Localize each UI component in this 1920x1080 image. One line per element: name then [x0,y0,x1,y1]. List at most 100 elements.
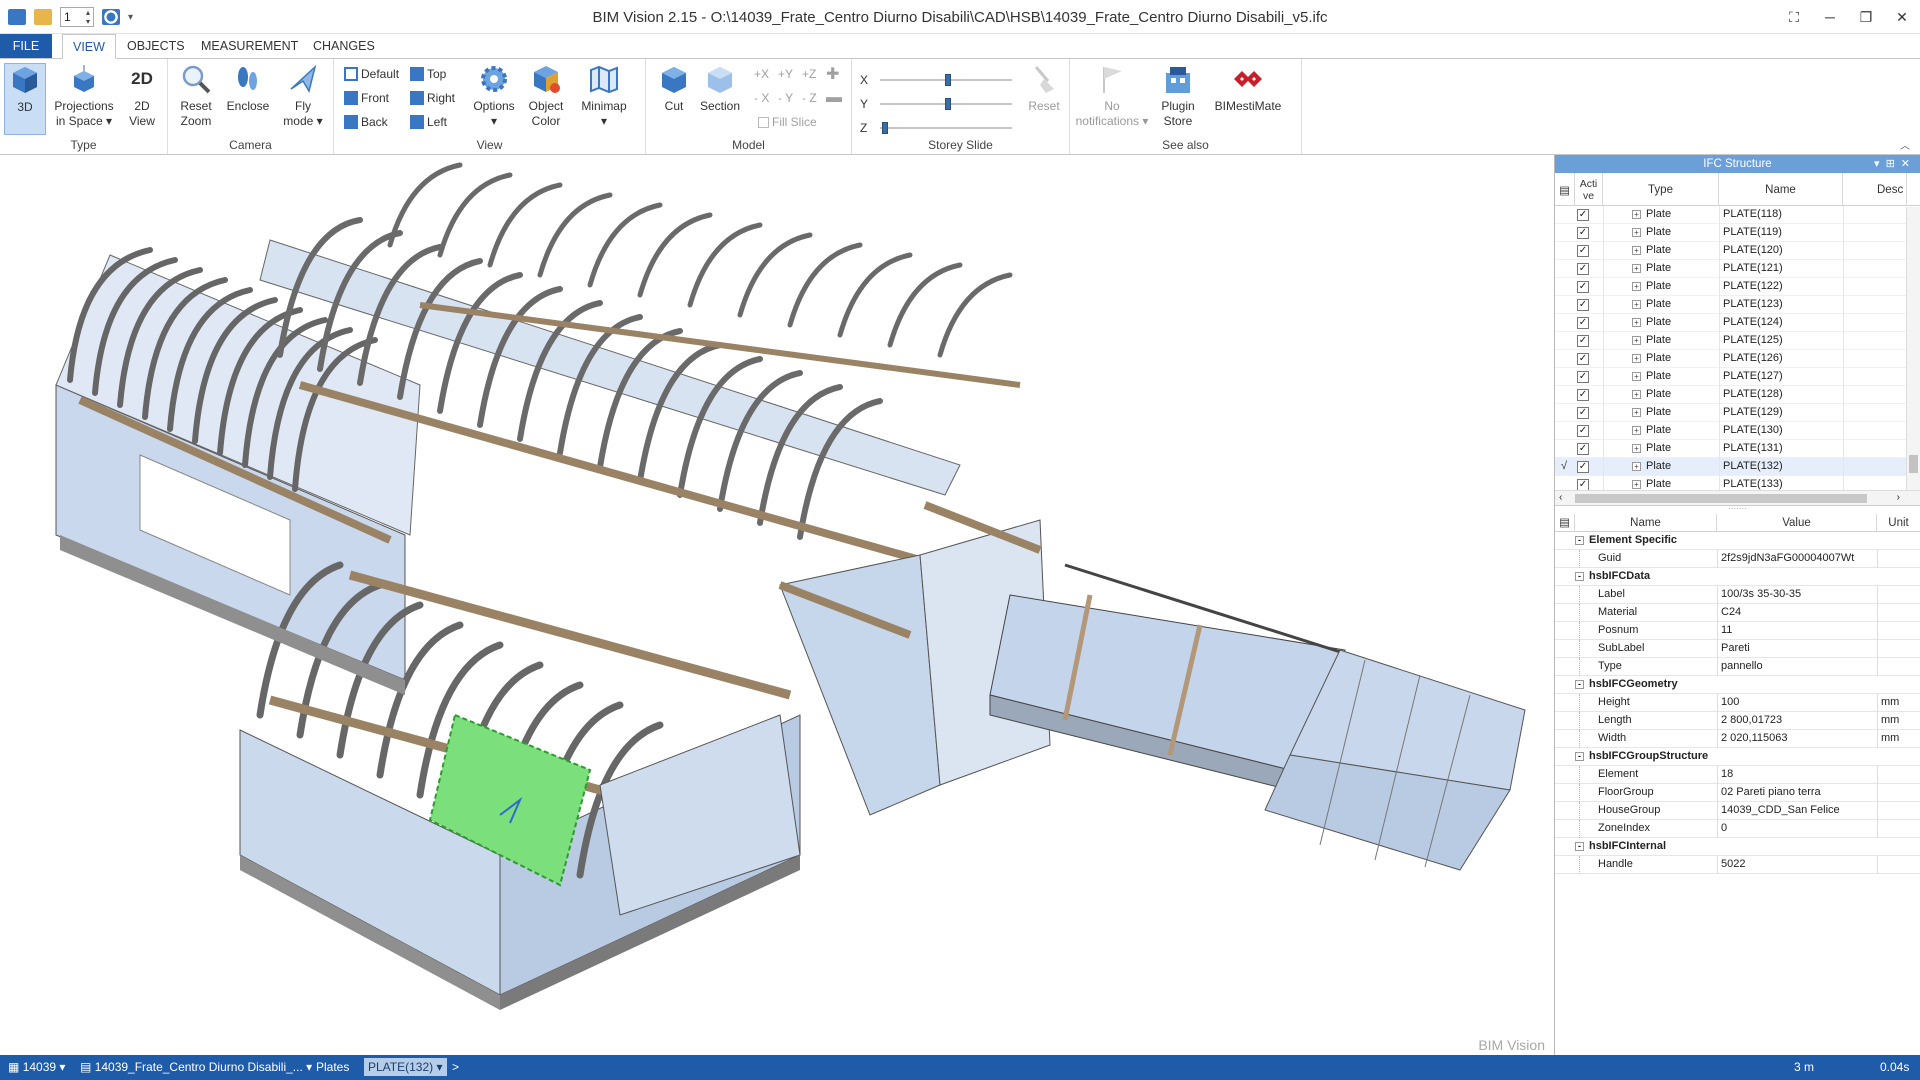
tree-vscroll-thumb[interactable] [1909,455,1918,473]
tree-horizontal-scrollbar[interactable]: ‹ › [1555,490,1920,506]
active-checkbox[interactable]: ✓ [1577,407,1589,419]
tree-row[interactable]: ✓ + Plate PLATE(128) [1555,386,1920,404]
minimap-button[interactable]: Minimap ▾ [574,63,634,129]
notifications-button[interactable]: No notifications ▾ [1074,63,1150,129]
file-item[interactable]: ▤ 14039_Frate_Centro Diurno Disabili_...… [80,1060,312,1074]
expand-icon[interactable]: + [1632,408,1641,417]
close-icon[interactable]: ✕ [1884,0,1920,34]
expand-icon[interactable]: + [1632,264,1641,273]
tab-objects[interactable]: OBJECTS [117,34,195,59]
default-view-button[interactable]: Default [344,65,399,83]
plugin-store-button[interactable]: Plugin Store [1154,63,1202,129]
tree-row[interactable]: ✓ + Plate PLATE(130) [1555,422,1920,440]
expand-icon[interactable]: + [1632,336,1641,345]
back-view-button[interactable]: Back [344,113,388,131]
tab-file[interactable]: FILE [0,34,52,59]
active-checkbox[interactable]: ✓ [1577,479,1589,490]
projections-button[interactable]: Projections in Space ▾ [52,63,116,129]
prop-column-chooser-icon[interactable]: ▤ [1555,514,1575,532]
tab-view[interactable]: VIEW [62,34,116,59]
slider-z-track[interactable] [880,122,1012,134]
active-checkbox[interactable]: ✓ [1577,281,1589,293]
panel-dropdown-icon[interactable]: ▾ [1874,158,1886,170]
central-block[interactable] [599,501,1051,916]
cut-button[interactable]: Cut [654,63,694,114]
slider-x[interactable]: X [860,73,1012,87]
column-name[interactable]: Name [1719,173,1843,206]
slider-x-track[interactable] [880,74,1012,86]
front-view-button[interactable]: Front [344,89,389,107]
add-slice-icon[interactable]: ✚ [826,65,839,83]
ifc-tree[interactable]: ✓ + Plate PLATE(118) ✓ + Plate PLATE(119) ✓ + Plat… [1555,206,1920,490]
tree-hscroll-thumb[interactable] [1575,494,1867,503]
scroll-left-icon[interactable]: ‹ [1559,492,1562,503]
right-view-button[interactable]: Right [410,89,455,107]
expand-icon[interactable]: + [1632,462,1641,471]
panel-pin-icon[interactable]: ⊞ [1886,158,1901,170]
scroll-right-icon[interactable]: › [1897,492,1900,503]
collapse-icon[interactable]: - [1575,680,1584,689]
active-checkbox[interactable]: ✓ [1577,209,1589,221]
tree-row[interactable]: ✓ + Plate PLATE(127) [1555,368,1920,386]
active-checkbox[interactable]: ✓ [1577,353,1589,365]
property-section[interactable]: - Element Specific [1555,532,1920,550]
object-color-button[interactable]: Object Color [522,63,570,129]
fullscreen-icon[interactable]: ⛶ [1776,0,1812,34]
plus-z-button[interactable]: +Z [802,65,816,83]
section-button[interactable]: Section [696,63,744,114]
tree-row[interactable]: ✓ + Plate PLATE(123) [1555,296,1920,314]
tab-changes[interactable]: CHANGES [303,34,385,59]
column-description[interactable]: Desc [1843,173,1907,206]
active-checkbox[interactable]: ✓ [1577,461,1589,473]
tree-row[interactable]: ✓ + Plate PLATE(126) [1555,350,1920,368]
remove-slice-icon[interactable]: ▬ [826,89,842,107]
prop-column-unit[interactable]: Unit [1877,514,1920,532]
slider-z-thumb[interactable] [882,122,888,134]
property-row[interactable]: HouseGroup 14039_CDD_San Felice [1555,802,1920,820]
collapse-ribbon-icon[interactable]: ︿ [1900,137,1910,152]
right-corridor[interactable] [989,563,1526,871]
expand-icon[interactable]: + [1632,426,1641,435]
tree-row[interactable]: ✓ + Plate PLATE(119) [1555,224,1920,242]
top-view-button[interactable]: Top [410,65,446,83]
left-view-button[interactable]: Left [410,113,447,131]
minimize-icon[interactable]: ─ [1812,0,1848,34]
enclose-button[interactable]: Enclose [224,63,272,114]
active-checkbox[interactable]: ✓ [1577,389,1589,401]
collapse-icon[interactable]: - [1575,842,1584,851]
tree-row[interactable]: ✓ + Plate PLATE(131) [1555,440,1920,458]
property-section[interactable]: - hsbIFCData [1555,568,1920,586]
collapse-icon[interactable]: - [1575,536,1584,545]
expand-icon[interactable]: + [1632,282,1641,291]
3d-button[interactable]: 3D [4,63,46,135]
breadcrumb-plates[interactable]: Plates [312,1058,353,1076]
slider-z[interactable]: Z [860,121,1012,135]
column-chooser-icon[interactable]: ▤ [1555,173,1575,206]
property-row[interactable]: ZoneIndex 0 [1555,820,1920,838]
property-section[interactable]: - hsbIFCGeometry [1555,676,1920,694]
prop-column-value[interactable]: Value [1717,514,1877,532]
active-checkbox[interactable]: ✓ [1577,425,1589,437]
expand-icon[interactable]: + [1632,210,1641,219]
expand-icon[interactable]: + [1632,246,1641,255]
active-checkbox[interactable]: ✓ [1577,245,1589,257]
slider-y[interactable]: Y [860,97,1012,111]
bimestimate-button[interactable]: BIMestiMate [1206,63,1290,114]
plus-x-button[interactable]: +X [754,65,769,83]
tree-row[interactable]: ✓ + Plate PLATE(125) [1555,332,1920,350]
tree-row[interactable]: ✓ + Plate PLATE(121) [1555,260,1920,278]
active-checkbox[interactable]: ✓ [1577,335,1589,347]
fly-mode-button[interactable]: Fly mode ▾ [278,63,328,129]
3d-viewport[interactable]: BIM Vision [0,155,1553,1055]
property-row[interactable]: Handle 5022 [1555,856,1920,874]
breadcrumb-more-arrow[interactable]: > [452,1060,459,1074]
active-checkbox[interactable]: ✓ [1577,299,1589,311]
expand-icon[interactable]: + [1632,318,1641,327]
active-checkbox[interactable]: ✓ [1577,317,1589,329]
tree-row[interactable]: ✓ + Plate PLATE(120) [1555,242,1920,260]
minus-y-button[interactable]: - Y [778,89,793,107]
building-model[interactable] [0,155,1553,1055]
property-row[interactable]: FloorGroup 02 Pareti piano terra [1555,784,1920,802]
active-checkbox[interactable]: ✓ [1577,443,1589,455]
restore-icon[interactable]: ❐ [1848,0,1884,34]
